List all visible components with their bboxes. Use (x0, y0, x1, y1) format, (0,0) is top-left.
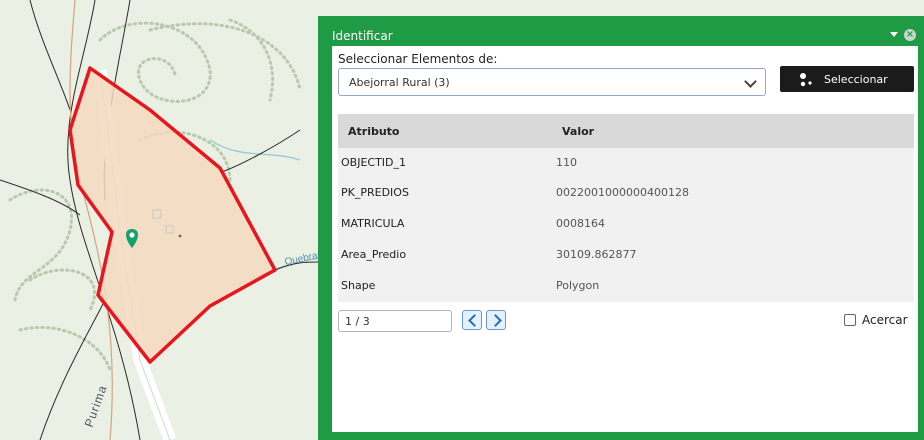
select-features-icon (800, 73, 812, 87)
attribute-name: MATRICULA (341, 217, 405, 230)
attribute-value: 0008164 (556, 217, 605, 230)
table-row: MATRICULA 0008164 (338, 209, 914, 239)
attribute-value: 110 (556, 156, 577, 169)
attribute-name: Area_Predio (341, 248, 407, 261)
table-header: Atributo Valor (338, 114, 914, 148)
table-row: OBJECTID_1 110 (338, 148, 914, 178)
page-indicator-text: 1 / 3 (345, 315, 370, 328)
table-row: PK_PREDIOS 0022001000000400128 (338, 178, 914, 208)
close-icon[interactable]: × (904, 29, 916, 41)
identify-panel: Identificar × Seleccionar Elementos de: … (318, 16, 924, 440)
attribute-value: 0022001000000400128 (556, 186, 689, 199)
page-indicator[interactable]: 1 / 3 (338, 310, 452, 332)
zoom-to-label: Acercar (862, 313, 908, 327)
attribute-name: OBJECTID_1 (341, 156, 407, 169)
attribute-name: Shape (341, 279, 376, 292)
previous-button[interactable] (462, 310, 482, 330)
attribute-name: PK_PREDIOS (341, 186, 409, 199)
layer-select[interactable]: Abejorral Rural (3) (338, 68, 766, 96)
collapse-arrow-icon[interactable] (890, 32, 898, 37)
chevron-down-icon (744, 75, 757, 88)
table-row: Area_Predio 30109.862877 (338, 240, 914, 270)
panel-body: Seleccionar Elementos de: Abejorral Rura… (332, 46, 918, 432)
attribute-value: 30109.862877 (556, 248, 637, 261)
header-value: Valor (562, 125, 595, 138)
table-row: Shape Polygon (338, 271, 914, 301)
attribute-table: Atributo Valor OBJECTID_1 110 PK_PREDIOS… (338, 114, 914, 302)
zoom-to-checkbox[interactable] (844, 314, 856, 326)
select-features-label: Seleccionar (824, 73, 888, 86)
chevron-left-icon (468, 314, 481, 327)
panel-title: Identificar (332, 29, 393, 43)
select-features-button[interactable]: Seleccionar (780, 66, 914, 92)
select-layer-label: Seleccionar Elementos de: (338, 52, 498, 66)
panel-header[interactable]: Identificar × (318, 16, 924, 46)
attribute-value: Polygon (556, 279, 600, 292)
header-attribute: Atributo (348, 125, 400, 138)
layer-select-value: Abejorral Rural (3) (349, 76, 450, 89)
next-button[interactable] (486, 310, 506, 330)
chevron-right-icon (489, 314, 502, 327)
